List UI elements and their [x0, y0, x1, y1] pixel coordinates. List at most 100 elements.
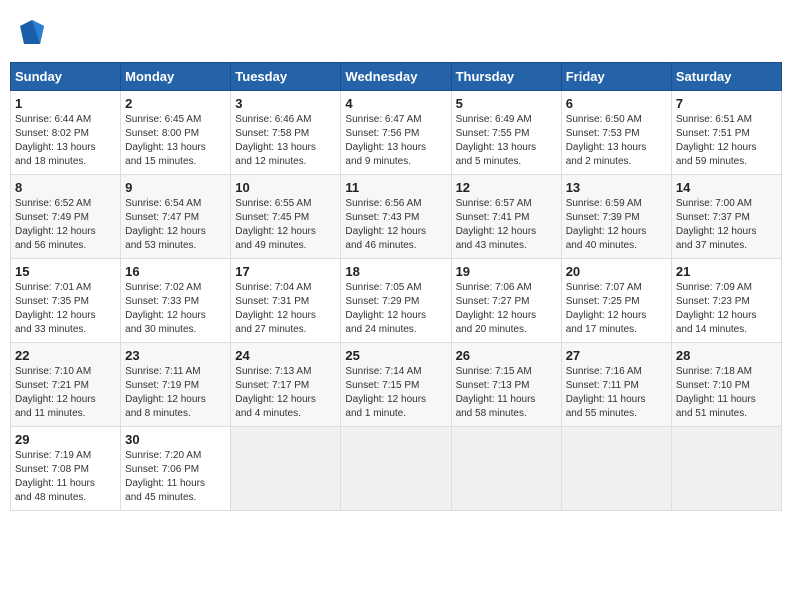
day-info: Sunrise: 6:49 AM Sunset: 7:55 PM Dayligh…: [456, 113, 557, 169]
calendar-cell: 21 Sunrise: 7:09 AM Sunset: 7:23 PM Dayli…: [671, 259, 781, 343]
day-info: Sunrise: 7:06 AM Sunset: 7:27 PM Dayligh…: [456, 281, 557, 337]
column-header-monday: Monday: [121, 63, 231, 91]
logo-icon: [16, 16, 48, 48]
day-number: 6: [566, 96, 667, 111]
calendar-cell: 10 Sunrise: 6:55 AM Sunset: 7:45 PM Dayli…: [231, 175, 341, 259]
calendar-cell: 20 Sunrise: 7:07 AM Sunset: 7:25 PM Dayli…: [561, 259, 671, 343]
calendar-cell: 25 Sunrise: 7:14 AM Sunset: 7:15 PM Dayli…: [341, 343, 451, 427]
day-info: Sunrise: 6:45 AM Sunset: 8:00 PM Dayligh…: [125, 113, 226, 169]
calendar-cell: 24 Sunrise: 7:13 AM Sunset: 7:17 PM Dayli…: [231, 343, 341, 427]
column-header-friday: Friday: [561, 63, 671, 91]
day-info: Sunrise: 6:50 AM Sunset: 7:53 PM Dayligh…: [566, 113, 667, 169]
day-info: Sunrise: 6:44 AM Sunset: 8:02 PM Dayligh…: [15, 113, 116, 169]
day-number: 22: [15, 348, 116, 363]
calendar-cell: 15 Sunrise: 7:01 AM Sunset: 7:35 PM Dayli…: [11, 259, 121, 343]
day-number: 8: [15, 180, 116, 195]
day-number: 10: [235, 180, 336, 195]
day-info: Sunrise: 7:11 AM Sunset: 7:19 PM Dayligh…: [125, 365, 226, 421]
column-header-tuesday: Tuesday: [231, 63, 341, 91]
column-header-sunday: Sunday: [11, 63, 121, 91]
day-number: 18: [345, 264, 446, 279]
day-info: Sunrise: 7:05 AM Sunset: 7:29 PM Dayligh…: [345, 281, 446, 337]
calendar-cell: 19 Sunrise: 7:06 AM Sunset: 7:27 PM Dayli…: [451, 259, 561, 343]
day-info: Sunrise: 7:19 AM Sunset: 7:08 PM Dayligh…: [15, 449, 116, 505]
calendar-cell: [341, 427, 451, 511]
day-number: 17: [235, 264, 336, 279]
column-header-thursday: Thursday: [451, 63, 561, 91]
day-number: 7: [676, 96, 777, 111]
day-number: 25: [345, 348, 446, 363]
day-number: 20: [566, 264, 667, 279]
day-info: Sunrise: 7:15 AM Sunset: 7:13 PM Dayligh…: [456, 365, 557, 421]
calendar-cell: 13Sunrise: 6:59 AM Sunset: 7:39 PM Dayli…: [561, 175, 671, 259]
day-info: Sunrise: 6:57 AM Sunset: 7:41 PM Dayligh…: [456, 197, 557, 253]
calendar-header: SundayMondayTuesdayWednesdayThursdayFrid…: [11, 63, 782, 91]
day-number: 9: [125, 180, 226, 195]
day-info: Sunrise: 6:59 AM Sunset: 7:39 PM Dayligh…: [566, 197, 667, 253]
calendar-cell: 14 Sunrise: 7:00 AM Sunset: 7:37 PM Dayli…: [671, 175, 781, 259]
calendar-table: SundayMondayTuesdayWednesdayThursdayFrid…: [10, 62, 782, 511]
calendar-cell: 5 Sunrise: 6:49 AM Sunset: 7:55 PM Daylig…: [451, 91, 561, 175]
calendar-cell: 11 Sunrise: 6:56 AM Sunset: 7:43 PM Dayli…: [341, 175, 451, 259]
calendar-cell: 3 Sunrise: 6:46 AM Sunset: 7:58 PM Daylig…: [231, 91, 341, 175]
day-number: 23: [125, 348, 226, 363]
calendar-cell: 16 Sunrise: 7:02 AM Sunset: 7:33 PM Dayli…: [121, 259, 231, 343]
calendar-cell: [671, 427, 781, 511]
day-number: 19: [456, 264, 557, 279]
day-info: Sunrise: 7:00 AM Sunset: 7:37 PM Dayligh…: [676, 197, 777, 253]
week-row-5: 29Sunrise: 7:19 AM Sunset: 7:08 PM Dayli…: [11, 427, 782, 511]
calendar-body: 1 Sunrise: 6:44 AM Sunset: 8:02 PM Daylig…: [11, 91, 782, 511]
day-number: 5: [456, 96, 557, 111]
logo: [14, 16, 48, 48]
day-info: Sunrise: 7:04 AM Sunset: 7:31 PM Dayligh…: [235, 281, 336, 337]
page-header: [10, 10, 782, 54]
day-number: 16: [125, 264, 226, 279]
day-info: Sunrise: 6:46 AM Sunset: 7:58 PM Dayligh…: [235, 113, 336, 169]
calendar-cell: 29Sunrise: 7:19 AM Sunset: 7:08 PM Dayli…: [11, 427, 121, 511]
calendar-cell: 4 Sunrise: 6:47 AM Sunset: 7:56 PM Daylig…: [341, 91, 451, 175]
calendar-cell: 23 Sunrise: 7:11 AM Sunset: 7:19 PM Dayli…: [121, 343, 231, 427]
day-info: Sunrise: 6:56 AM Sunset: 7:43 PM Dayligh…: [345, 197, 446, 253]
day-number: 14: [676, 180, 777, 195]
day-info: Sunrise: 7:14 AM Sunset: 7:15 PM Dayligh…: [345, 365, 446, 421]
day-number: 15: [15, 264, 116, 279]
day-info: Sunrise: 6:52 AM Sunset: 7:49 PM Dayligh…: [15, 197, 116, 253]
calendar-cell: [561, 427, 671, 511]
day-number: 21: [676, 264, 777, 279]
calendar-cell: 9 Sunrise: 6:54 AM Sunset: 7:47 PM Daylig…: [121, 175, 231, 259]
week-row-1: 1 Sunrise: 6:44 AM Sunset: 8:02 PM Daylig…: [11, 91, 782, 175]
day-info: Sunrise: 7:20 AM Sunset: 7:06 PM Dayligh…: [125, 449, 226, 505]
day-number: 11: [345, 180, 446, 195]
day-number: 3: [235, 96, 336, 111]
week-row-3: 15 Sunrise: 7:01 AM Sunset: 7:35 PM Dayli…: [11, 259, 782, 343]
calendar-cell: 30Sunrise: 7:20 AM Sunset: 7:06 PM Dayli…: [121, 427, 231, 511]
day-info: Sunrise: 6:54 AM Sunset: 7:47 PM Dayligh…: [125, 197, 226, 253]
day-info: Sunrise: 7:09 AM Sunset: 7:23 PM Dayligh…: [676, 281, 777, 337]
day-info: Sunrise: 7:16 AM Sunset: 7:11 PM Dayligh…: [566, 365, 667, 421]
calendar-cell: 1 Sunrise: 6:44 AM Sunset: 8:02 PM Daylig…: [11, 91, 121, 175]
calendar-cell: 28 Sunrise: 7:18 AM Sunset: 7:10 PM Dayli…: [671, 343, 781, 427]
column-header-saturday: Saturday: [671, 63, 781, 91]
calendar-cell: 22 Sunrise: 7:10 AM Sunset: 7:21 PM Dayli…: [11, 343, 121, 427]
calendar-cell: 26 Sunrise: 7:15 AM Sunset: 7:13 PM Dayli…: [451, 343, 561, 427]
day-number: 26: [456, 348, 557, 363]
day-info: Sunrise: 7:01 AM Sunset: 7:35 PM Dayligh…: [15, 281, 116, 337]
day-info: Sunrise: 7:13 AM Sunset: 7:17 PM Dayligh…: [235, 365, 336, 421]
day-info: Sunrise: 7:10 AM Sunset: 7:21 PM Dayligh…: [15, 365, 116, 421]
day-info: Sunrise: 7:07 AM Sunset: 7:25 PM Dayligh…: [566, 281, 667, 337]
day-info: Sunrise: 7:18 AM Sunset: 7:10 PM Dayligh…: [676, 365, 777, 421]
calendar-cell: 12 Sunrise: 6:57 AM Sunset: 7:41 PM Dayli…: [451, 175, 561, 259]
day-number: 28: [676, 348, 777, 363]
day-info: Sunrise: 7:02 AM Sunset: 7:33 PM Dayligh…: [125, 281, 226, 337]
day-number: 4: [345, 96, 446, 111]
day-number: 24: [235, 348, 336, 363]
calendar-cell: 18 Sunrise: 7:05 AM Sunset: 7:29 PM Dayli…: [341, 259, 451, 343]
day-number: 12: [456, 180, 557, 195]
day-info: Sunrise: 6:47 AM Sunset: 7:56 PM Dayligh…: [345, 113, 446, 169]
calendar-cell: [231, 427, 341, 511]
header-row: SundayMondayTuesdayWednesdayThursdayFrid…: [11, 63, 782, 91]
day-number: 1: [15, 96, 116, 111]
day-number: 2: [125, 96, 226, 111]
day-info: Sunrise: 6:55 AM Sunset: 7:45 PM Dayligh…: [235, 197, 336, 253]
day-info: Sunrise: 6:51 AM Sunset: 7:51 PM Dayligh…: [676, 113, 777, 169]
